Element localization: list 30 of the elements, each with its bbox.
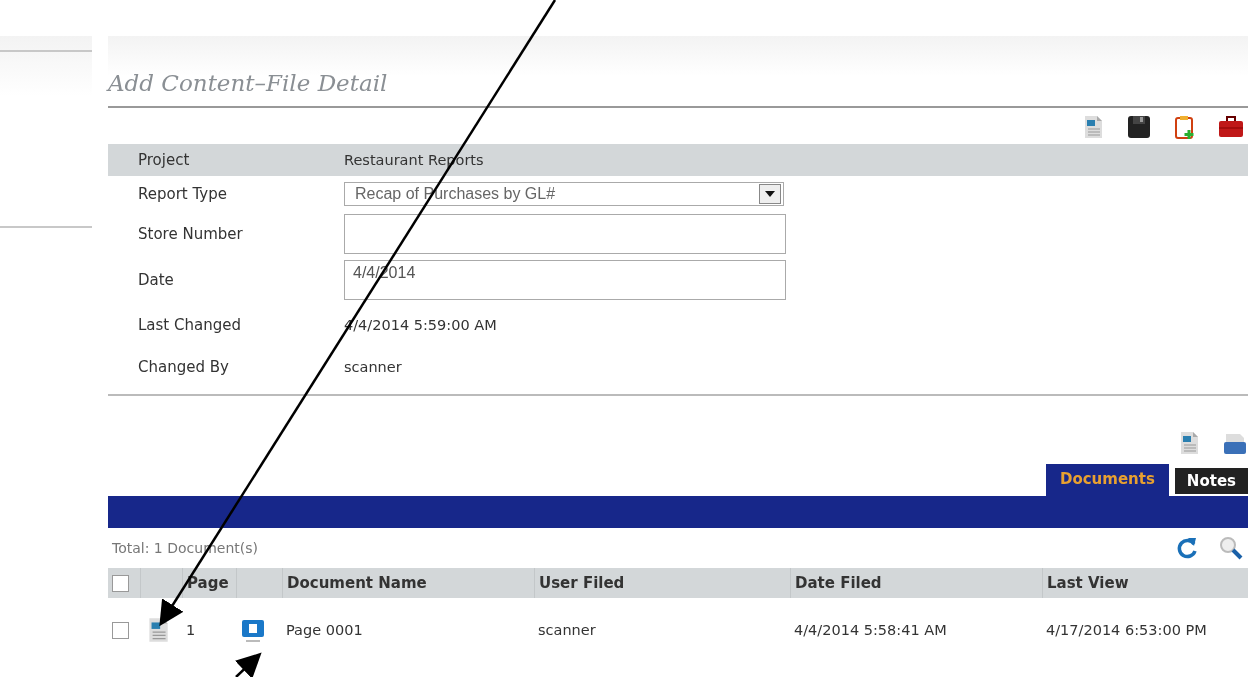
- field-value: scanner: [344, 359, 402, 375]
- row-checkbox[interactable]: [112, 621, 129, 639]
- field-label: Date: [137, 271, 175, 289]
- select-all-checkbox[interactable]: [112, 574, 129, 592]
- search-icon[interactable]: [1218, 535, 1244, 561]
- column-header[interactable]: Document Name: [282, 568, 534, 598]
- column-header[interactable]: Date Filed: [790, 568, 1042, 598]
- table-cell-text: Page 0001: [285, 621, 364, 640]
- document-preview-icon[interactable]: [240, 617, 266, 643]
- table-cell-text: 1: [185, 621, 197, 640]
- column-header[interactable]: User Filed: [534, 568, 790, 598]
- field-label: Changed By: [137, 358, 230, 376]
- column-header[interactable]: Page: [182, 568, 236, 598]
- field-label: Project: [137, 151, 191, 169]
- page-title: Add Content–File Detail: [108, 36, 1248, 108]
- table-cell-text: 4/17/2014 6:53:00 PM: [1045, 621, 1208, 640]
- table-cell-text: 4/4/2014 5:58:41 AM: [793, 621, 948, 640]
- field-label: Report Type: [137, 185, 228, 203]
- tab[interactable]: Notes: [1174, 468, 1248, 494]
- field-label: Last Changed: [137, 316, 242, 334]
- table-cell-text: scanner: [537, 621, 597, 640]
- text-input-field[interactable]: [344, 214, 786, 254]
- tab[interactable]: Documents: [1045, 464, 1169, 496]
- column-header[interactable]: Last View: [1042, 568, 1248, 598]
- field-label: Store Number: [137, 225, 244, 243]
- caret-icon: [765, 191, 775, 197]
- annotation-arrow: [234, 652, 262, 677]
- save-icon[interactable]: [1126, 114, 1152, 140]
- header-cell: [236, 568, 282, 598]
- toolbox-icon[interactable]: [1218, 114, 1244, 140]
